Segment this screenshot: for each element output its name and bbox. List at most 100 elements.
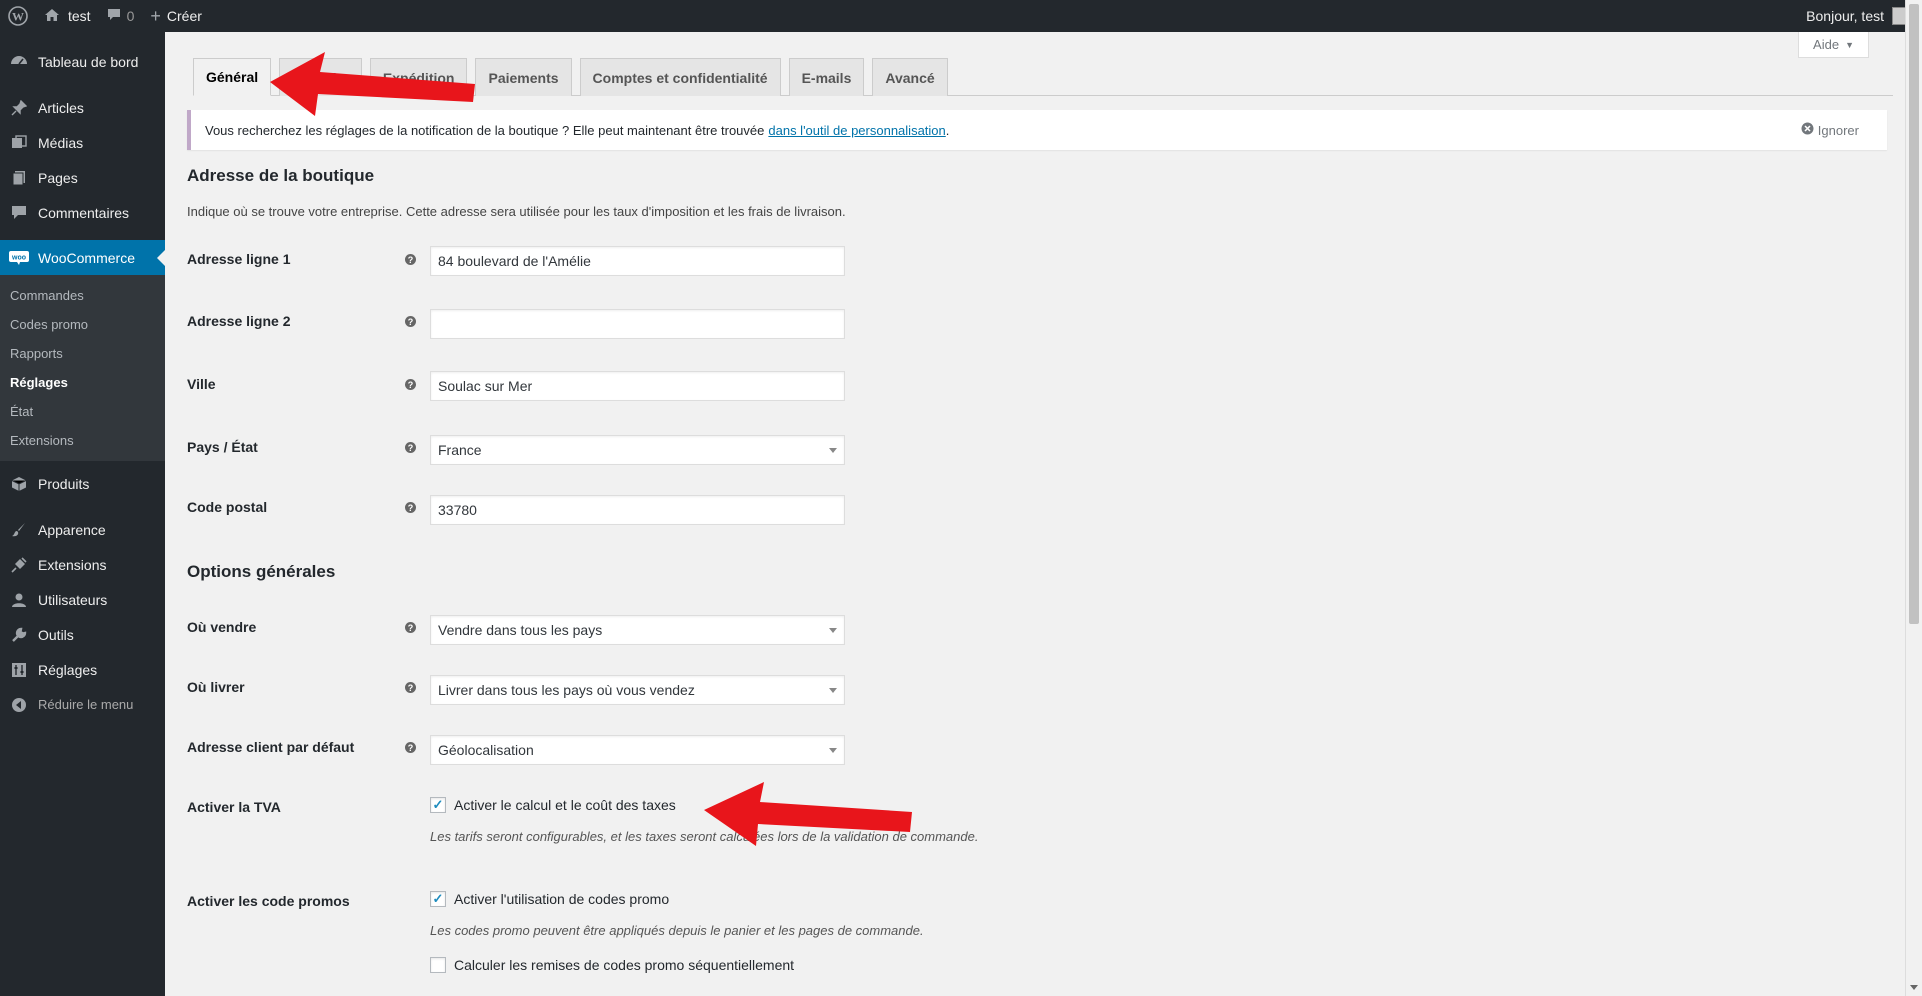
submenu-item-reglages[interactable]: Réglages (0, 368, 165, 397)
tab-avance[interactable]: Avancé (872, 58, 948, 96)
sidebar-item-label: Outils (38, 626, 74, 643)
ship-locations-select[interactable]: Livrer dans tous les pays où vous vendez (430, 675, 845, 705)
plus-icon: + (150, 5, 161, 26)
comment-icon (8, 202, 30, 224)
postcode-input[interactable]: 33780 (430, 495, 845, 525)
scroll-down-icon[interactable] (1910, 985, 1918, 990)
customizer-notice: Vous recherchez les réglages de la notif… (187, 110, 1887, 150)
customizer-link[interactable]: dans l'outil de personnalisation (768, 123, 945, 138)
enable-coupons-checkbox-row[interactable]: ✓ Activer l'utilisation de codes promo (430, 891, 669, 907)
help-tip-icon[interactable]: ? (405, 442, 416, 453)
address-line-2-label: Adresse ligne 2 (187, 313, 291, 329)
site-name-link[interactable]: test (36, 0, 99, 32)
tab-produits[interactable]: Produits (279, 58, 362, 96)
enable-tax-checkbox-row[interactable]: ✓ Activer le calcul et le coût des taxes (430, 797, 676, 813)
sidebar-item-label: Articles (38, 99, 84, 116)
default-customer-address-label: Adresse client par défaut (187, 739, 355, 755)
sidebar-item-apparence[interactable]: Apparence (0, 512, 165, 547)
help-tip-icon[interactable]: ? (405, 254, 416, 265)
collapse-menu-button[interactable]: Réduire le menu (0, 687, 165, 722)
account-menu[interactable]: Bonjour, test (1798, 0, 1922, 32)
tab-comptes-confidentialite[interactable]: Comptes et confidentialité (579, 58, 781, 96)
help-tip-icon[interactable]: ? (405, 316, 416, 327)
scrollbar-thumb[interactable] (1909, 4, 1919, 624)
sidebar-item-medias[interactable]: Médias (0, 125, 165, 160)
default-customer-address-value: Géolocalisation (438, 742, 534, 758)
sidebar-item-label: Extensions (38, 556, 107, 573)
address-line-2-input[interactable] (430, 309, 845, 339)
help-tip-icon[interactable]: ? (405, 682, 416, 693)
tab-paiements[interactable]: Paiements (475, 58, 572, 96)
close-circle-icon (1801, 122, 1814, 138)
notice-text: Vous recherchez les réglages de la notif… (205, 122, 765, 138)
admin-sidebar: Tableau de bord Articles Médias Pages Co… (0, 32, 165, 996)
sidebar-item-reglages[interactable]: Réglages (0, 652, 165, 687)
sequential-coupons-checkbox-label: Calculer les remises de codes promo séqu… (454, 957, 795, 973)
settings-icon (8, 659, 30, 681)
help-tip-icon[interactable]: ? (405, 742, 416, 753)
sidebar-item-label: Produits (38, 475, 90, 492)
dismiss-label: Ignorer (1817, 122, 1859, 138)
submenu-item-extensions[interactable]: Extensions (0, 426, 165, 455)
svg-text:W: W (12, 10, 24, 24)
sell-locations-select[interactable]: Vendre dans tous les pays (430, 615, 845, 645)
home-icon (44, 8, 60, 25)
dashboard-icon (8, 51, 30, 73)
wordpress-logo-icon[interactable]: W (0, 0, 36, 32)
tab-general[interactable]: Général (193, 58, 272, 96)
sidebar-item-articles[interactable]: Articles (0, 90, 165, 125)
default-customer-address-select[interactable]: Géolocalisation (430, 735, 845, 765)
sidebar-item-utilisateurs[interactable]: Utilisateurs (0, 582, 165, 617)
sell-locations-value: Vendre dans tous les pays (438, 622, 603, 638)
enable-coupons-label: Activer les code promos (187, 893, 350, 909)
help-button[interactable]: Aide ▼ (1798, 32, 1869, 58)
submenu-item-commandes[interactable]: Commandes (0, 281, 165, 310)
pages-icon (8, 167, 30, 189)
site-name-label: test (68, 8, 91, 24)
sequential-coupons-checkbox-row[interactable]: Calculer les remises de codes promo séqu… (430, 957, 794, 973)
address-line-1-label: Adresse ligne 1 (187, 251, 291, 267)
help-tip-icon[interactable]: ? (405, 379, 416, 390)
sell-locations-label: Où vendre (187, 619, 257, 635)
sidebar-item-dashboard[interactable]: Tableau de bord (0, 44, 165, 79)
sidebar-item-pages[interactable]: Pages (0, 160, 165, 195)
tab-expedition[interactable]: Expédition (369, 58, 468, 96)
sidebar-item-label: Médias (38, 134, 84, 151)
settings-tabs: Général Produits Expédition Paiements Co… (193, 58, 1893, 96)
ship-locations-label: Où livrer (187, 679, 245, 695)
city-input[interactable]: Soulac sur Mer (430, 371, 845, 401)
country-state-select[interactable]: France (430, 435, 845, 465)
enable-coupons-checkbox[interactable]: ✓ (430, 891, 446, 907)
notice-end: . (945, 122, 950, 138)
submenu-item-rapports[interactable]: Rapports (0, 339, 165, 368)
help-tip-icon[interactable]: ? (405, 622, 416, 633)
help-tip-icon[interactable]: ? (405, 502, 416, 513)
sidebar-item-label: Commentaires (38, 204, 130, 221)
submenu-item-etat[interactable]: État (0, 397, 165, 426)
sidebar-item-woocommerce[interactable]: woo WooCommerce (0, 240, 165, 275)
media-icon (8, 132, 30, 154)
sidebar-item-outils[interactable]: Outils (0, 617, 165, 652)
submenu-item-codes-promo[interactable]: Codes promo (0, 310, 165, 339)
enable-tax-checkbox[interactable]: ✓ (430, 797, 446, 813)
sidebar-item-label: Pages (38, 169, 78, 186)
dismiss-notice-button[interactable]: Ignorer (1801, 122, 1859, 138)
sidebar-item-label: Apparence (38, 521, 106, 538)
sidebar-item-label: Utilisateurs (38, 591, 108, 608)
products-icon (8, 473, 30, 495)
tab-emails[interactable]: E-mails (788, 58, 865, 96)
sidebar-item-produits[interactable]: Produits (0, 466, 165, 501)
sidebar-item-comments[interactable]: Commentaires (0, 195, 165, 230)
page-scrollbar[interactable] (1905, 0, 1922, 996)
create-new-link[interactable]: + Créer (142, 0, 210, 32)
main-content: Aide ▼ Général Produits Expédition Paiem… (165, 32, 1905, 996)
comments-link[interactable]: 0 (99, 0, 143, 32)
store-address-title: Adresse de la boutique (187, 166, 375, 185)
sidebar-item-extensions[interactable]: Extensions (0, 547, 165, 582)
enable-tax-checkbox-label: Activer le calcul et le coût des taxes (454, 797, 676, 813)
greeting-label: Bonjour, test (1806, 8, 1884, 24)
address-line-1-input[interactable]: 84 boulevard de l'Amélie (430, 246, 845, 276)
country-state-label: Pays / État (187, 439, 258, 455)
brush-icon (8, 519, 30, 541)
sequential-coupons-checkbox[interactable] (430, 957, 446, 973)
